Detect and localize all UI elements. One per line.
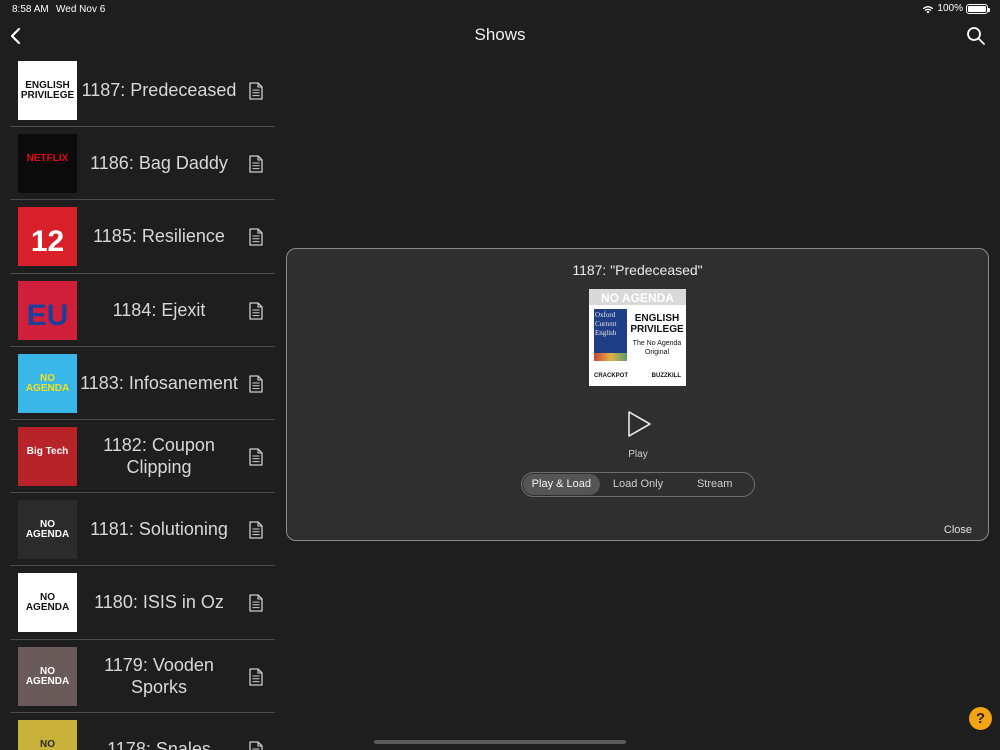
show-row[interactable]: NO AGENDA 1180: ISIS in Oz xyxy=(10,566,275,640)
wifi-icon xyxy=(923,5,934,13)
play-label: Play xyxy=(628,449,648,460)
document-icon xyxy=(249,155,263,173)
document-icon xyxy=(249,667,263,686)
show-artwork: NO AGENDA xyxy=(18,353,77,413)
show-title: 1185: Resilience xyxy=(93,226,225,247)
show-title: 1181: Solutioning xyxy=(90,519,228,540)
document-icon xyxy=(249,594,263,612)
show-art-text: NO AGENDA xyxy=(25,592,70,614)
show-title: 1180: ISIS in Oz xyxy=(94,592,224,613)
home-indicator xyxy=(374,740,626,744)
show-notes-button[interactable] xyxy=(249,448,263,466)
art-sub-1: The No Agenda xyxy=(632,340,682,347)
status-right: 100% xyxy=(922,3,990,14)
show-artwork: EU xyxy=(18,280,77,340)
show-row[interactable]: NO AGENDA 1179: Vooden Sporks xyxy=(10,640,275,713)
play-icon xyxy=(628,411,651,437)
document-icon xyxy=(249,82,263,100)
show-notes-button[interactable] xyxy=(249,521,263,539)
show-art-text: NO AGENDA xyxy=(25,372,70,394)
segment-load-only[interactable]: Load Only xyxy=(600,474,677,495)
art-header: NO AGENDA xyxy=(601,291,674,305)
document-icon xyxy=(249,228,263,247)
play-button[interactable] xyxy=(623,409,653,439)
episode-dialog: 1187: "Predeceased" NO AGENDA Oxford Cur… xyxy=(286,248,989,541)
show-notes-button[interactable] xyxy=(249,375,263,393)
page-title: Shows xyxy=(474,25,526,44)
art-left-credit: CRACKPOT xyxy=(594,373,628,379)
show-notes-button[interactable] xyxy=(249,594,263,612)
show-title: 1186: Bag Daddy xyxy=(90,153,228,174)
art-right-credit: BUZZKILL xyxy=(651,373,681,379)
show-art-text: NO AGENDA xyxy=(25,519,70,541)
show-row[interactable]: ENGLISH PRIVILEGE 1187: Predeceased xyxy=(10,54,275,128)
show-artwork: ENGLISH PRIVILEGE xyxy=(18,61,77,120)
battery-icon xyxy=(966,3,990,14)
show-row[interactable]: Big Tech 1182: Coupon Clipping xyxy=(10,420,275,494)
show-artwork: NO AGENDA xyxy=(18,719,77,750)
show-artwork: NETFLIX xyxy=(18,134,77,194)
art-headline-2: PRIVILEGE xyxy=(630,324,684,335)
show-artwork: NO AGENDA xyxy=(18,646,77,706)
art-book: Oxford Current English xyxy=(595,311,617,337)
show-art-text: ENGLISH PRIVILEGE xyxy=(20,80,75,101)
show-title: 1182: Coupon Clipping xyxy=(103,435,215,478)
show-artwork: NO AGENDA xyxy=(18,500,77,560)
document-icon xyxy=(249,521,263,539)
show-row[interactable]: NO AGENDA 1181: Solutioning xyxy=(10,493,275,567)
status-time: 8:58 AM xyxy=(12,4,49,15)
show-notes-button[interactable] xyxy=(249,228,263,247)
status-date: Wed Nov 6 xyxy=(56,4,106,15)
search-button[interactable] xyxy=(966,26,986,46)
dialog-title: 1187: "Predeceased" xyxy=(572,262,703,278)
document-icon xyxy=(249,375,263,393)
show-artwork: NO AGENDA xyxy=(18,573,77,633)
close-button[interactable]: Close xyxy=(944,524,972,536)
art-sub-2: Original xyxy=(644,349,670,356)
show-artwork: Big Tech xyxy=(18,426,77,486)
segment-stream[interactable]: Stream xyxy=(676,474,753,495)
document-icon xyxy=(249,301,263,320)
show-art-text: 12 xyxy=(30,225,65,259)
show-notes-button[interactable] xyxy=(249,82,263,100)
show-title: 1183: Infosanement xyxy=(80,372,238,393)
nav-bar: Shows xyxy=(0,18,1000,52)
show-row[interactable]: NO AGENDA 1183: Infosanement xyxy=(10,347,275,420)
segment-play-load[interactable]: Play & Load xyxy=(523,474,600,495)
show-art-text: EU xyxy=(26,298,69,332)
show-row[interactable]: 12 1185: Resilience xyxy=(10,200,275,274)
show-row[interactable]: NO AGENDA 1178: Snales xyxy=(10,713,275,750)
art-headline-1: ENGLISH xyxy=(634,313,680,324)
show-title: 1179: Vooden Sporks xyxy=(104,654,214,697)
document-icon xyxy=(249,448,263,466)
mode-segmented-control: Play & Load Load Only Stream xyxy=(521,472,755,497)
show-art-text: Big Tech xyxy=(26,445,69,457)
help-button[interactable]: ? xyxy=(969,707,992,730)
show-row[interactable]: NETFLIX 1186: Bag Daddy xyxy=(10,127,275,201)
show-title: 1184: Ejexit xyxy=(112,299,206,320)
show-title: 1187: Predeceased xyxy=(81,80,237,101)
show-row[interactable]: EU 1184: Ejexit xyxy=(10,274,275,347)
episode-artwork: NO AGENDA Oxford Current English ENGLISH… xyxy=(589,289,686,386)
show-art-text: NO AGENDA xyxy=(26,738,69,750)
show-notes-button[interactable] xyxy=(249,301,263,320)
show-notes-button[interactable] xyxy=(249,741,263,750)
battery-percent: 100% xyxy=(937,3,963,14)
show-notes-button[interactable] xyxy=(249,155,263,173)
search-icon xyxy=(967,27,985,45)
status-bar: 8:58 AM Wed Nov 6 100% xyxy=(0,0,1000,18)
show-art-text: NO AGENDA xyxy=(25,665,70,687)
show-artwork: 12 xyxy=(18,207,77,267)
show-notes-button[interactable] xyxy=(249,667,263,686)
show-list: ENGLISH PRIVILEGE 1187: Predeceased NETF… xyxy=(10,54,275,750)
show-title: 1178: Snales xyxy=(107,738,211,750)
show-art-text: NETFLIX xyxy=(26,153,69,165)
document-icon xyxy=(249,741,263,750)
